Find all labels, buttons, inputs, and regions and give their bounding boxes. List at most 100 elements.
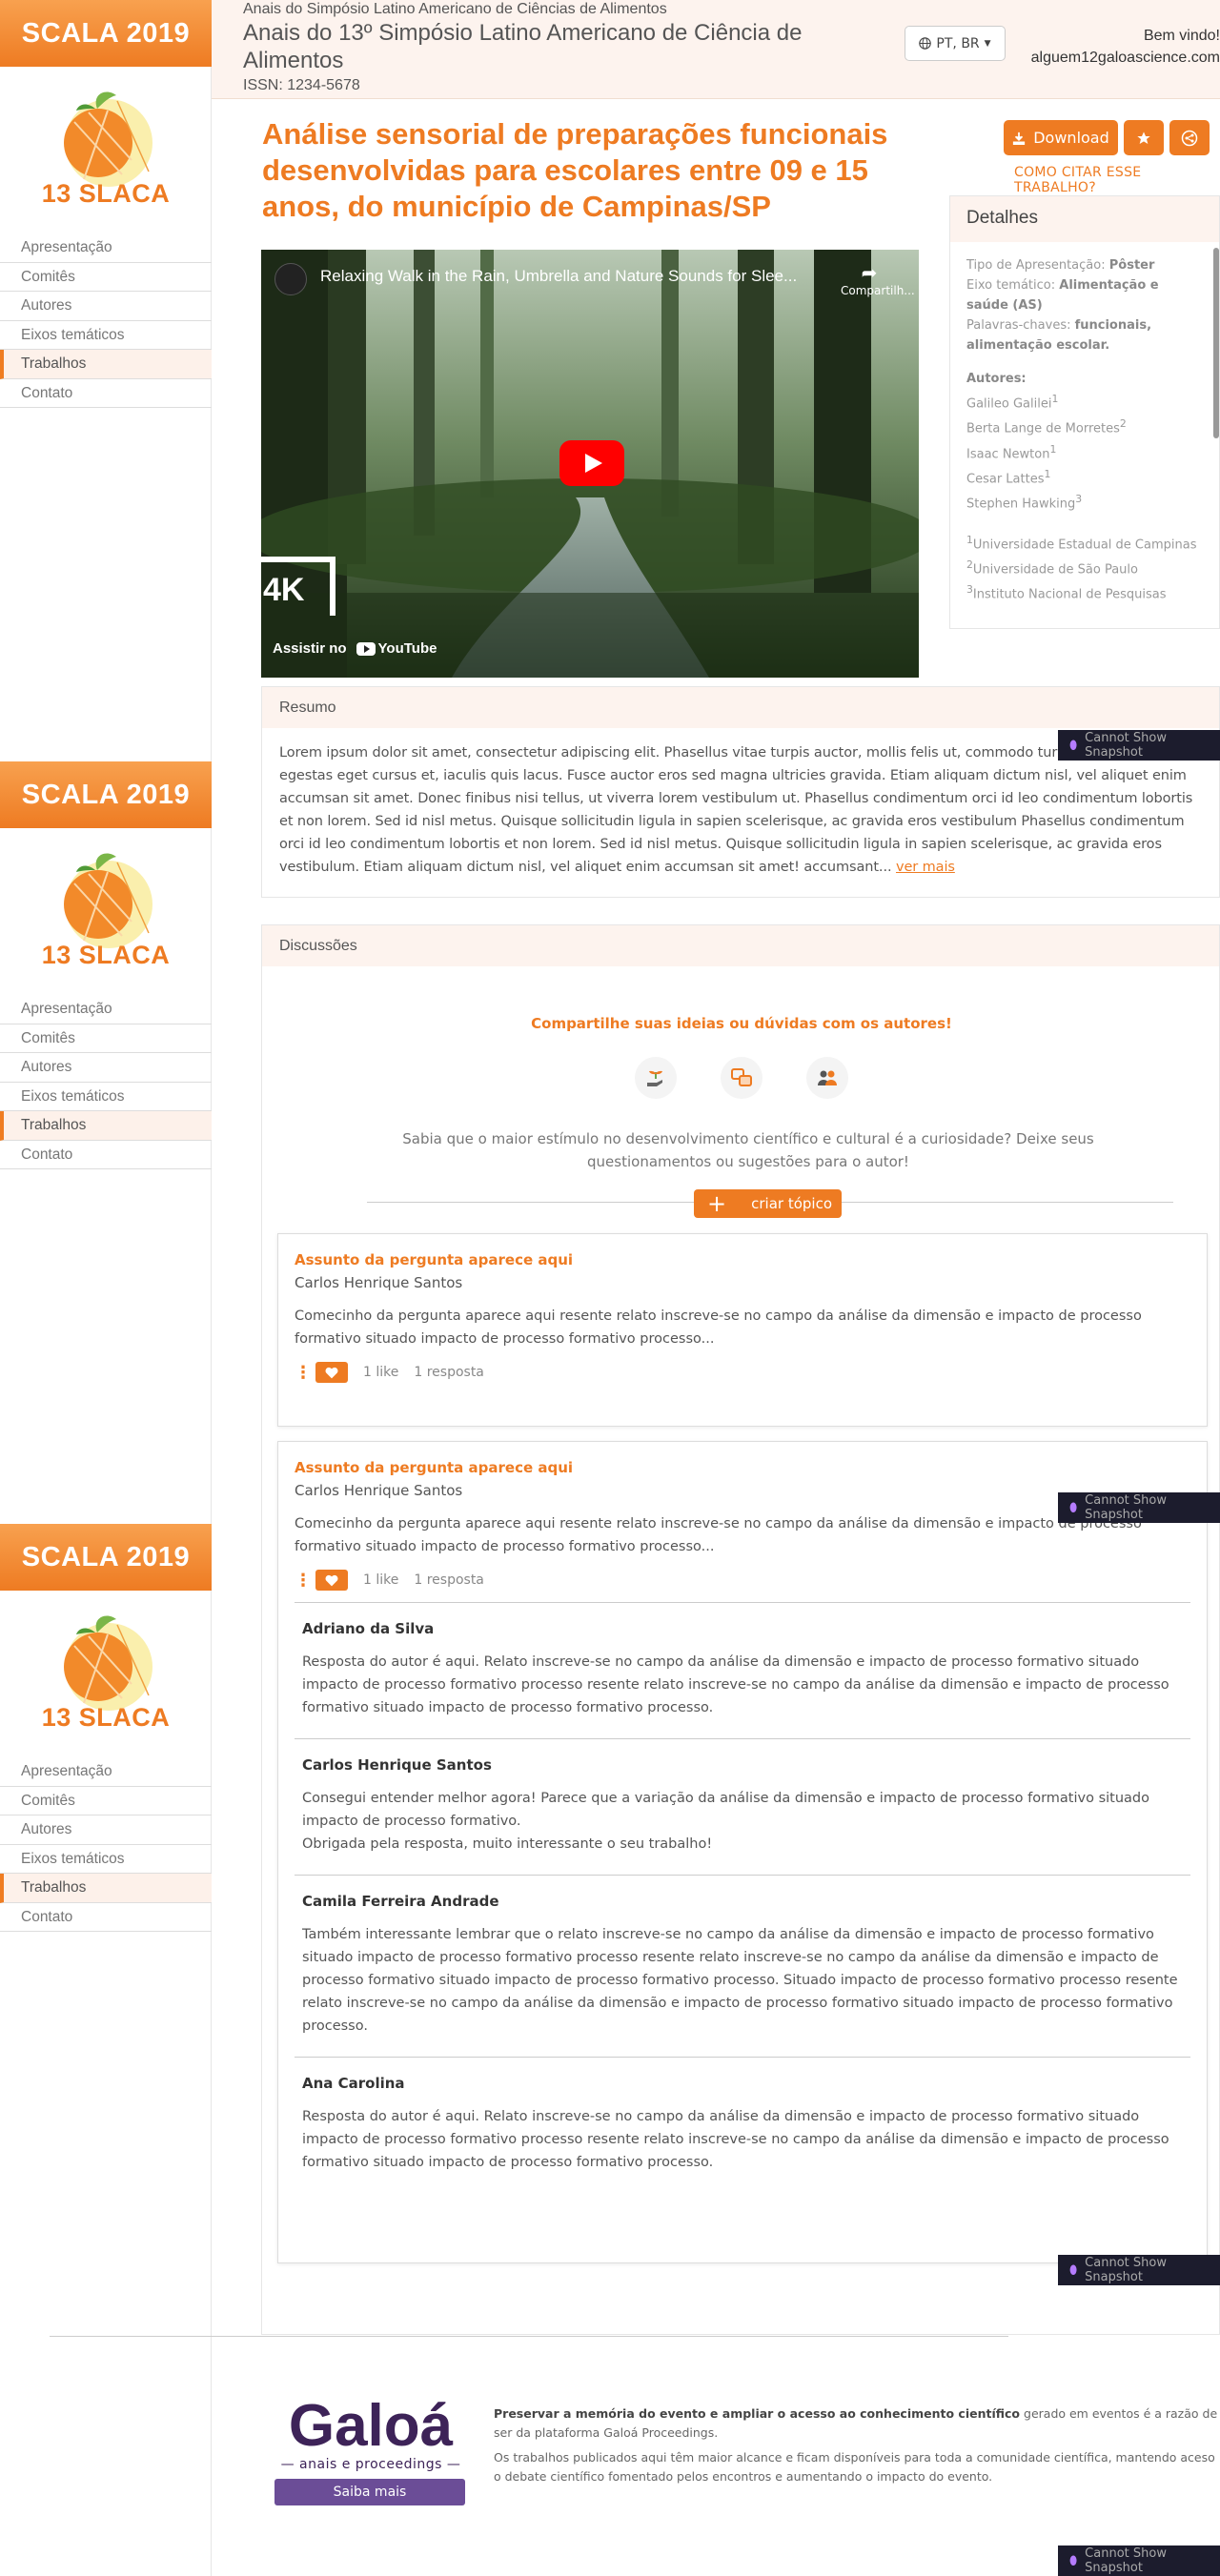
author-item[interactable]: Cesar Lattes1 [966,464,1203,489]
footer-text: Preservar a memória do evento e ampliar … [494,2404,1220,2486]
sidebar-item-apresentacao[interactable]: Apresentação [0,233,212,263]
download-button[interactable]: Download [1004,120,1118,155]
sidebar-block: SCALA 2019 13 SLACA Apresentação Comitês… [0,1524,212,1932]
globe-icon [919,37,932,50]
discussions-heading: Discussões [262,925,1219,966]
sidebar-item-trabalhos[interactable]: Trabalhos [0,350,212,379]
sidebar-item-contato[interactable]: Contato [0,379,212,408]
event-brand[interactable]: SCALA 2019 [0,761,212,828]
galoa-tagline: — anais e proceedings — [280,2457,461,2472]
details-scrollbar[interactable] [1213,248,1219,438]
keywords-label: Palavras-chaves: [966,318,1071,333]
affiliation-item: 3Instituto Nacional de Pesquisas [966,583,1167,602]
footer-divider [50,2336,1008,2337]
details-panel: Detalhes Tipo de Apresentação: Pôster Ei… [949,195,1220,629]
more-options-icon[interactable]: ⋮ [295,1363,312,1383]
sidebar-item-autores[interactable]: Autores [0,1053,212,1083]
sidebar-block: SCALA 2019 13 SLACA Apresentação Comitês… [0,0,212,408]
event-brand[interactable]: SCALA 2019 [0,0,212,67]
share-arrow-icon: ➦ [861,261,878,284]
galoa-brand: Galoá — anais e proceedings — Saiba mais [274,2397,467,2505]
type-label: Tipo de Apresentação: [966,258,1106,273]
reply-count[interactable]: 1 resposta [414,1572,484,1588]
top-header: Anais do Simpósio Latino Americano de Ci… [212,0,1220,99]
abstract-heading: Resumo [262,687,1219,728]
abstract-card: Resumo Lorem ipsum dolor sit amet, conse… [261,686,1220,898]
reply-item: Adriano da Silva Resposta do autor é aqu… [295,1602,1190,1738]
sidebar-item-contato[interactable]: Contato [0,1903,212,1932]
author-item[interactable]: Galileo Galilei1 [966,389,1203,414]
like-button[interactable] [315,1570,348,1591]
user-greeting[interactable]: Bem vindo! alguem12galoascience.com [1010,25,1220,69]
sidebar-item-eixos[interactable]: Eixos temáticos [0,1845,212,1874]
people-icon [806,1057,848,1099]
type-value: Pôster [1108,258,1155,273]
post-subject[interactable]: Assunto da pergunta aparece aqui [295,1459,1190,1476]
sidebar-nav: Apresentação Comitês Autores Eixos temát… [0,233,212,408]
language-selector[interactable]: PT, BR ▼ [905,26,1006,61]
share-button[interactable] [1169,120,1210,155]
channel-avatar-icon[interactable] [274,263,307,295]
plus-icon: + [707,1190,727,1217]
sidebar-item-comites[interactable]: Comitês [0,263,212,292]
post-text: Comecinho da pergunta aparece aqui resen… [295,1516,1142,1554]
watch-on-youtube[interactable]: Assistir no YouTube [273,640,437,657]
post-subject[interactable]: Assunto da pergunta aparece aqui [295,1251,1190,1268]
galoa-logo[interactable]: Galoá [274,2397,467,2456]
sidebar-item-apresentacao[interactable]: Apresentação [0,1757,212,1787]
create-topic-button[interactable]: + criar tópico [694,1189,842,1218]
logo-text: 13 SLACA [41,1703,171,1732]
post-actions: ⋮ 1 like 1 resposta [295,1570,1190,1591]
see-more-link[interactable]: ver mais [896,860,955,875]
issn: ISSN: 1234-5678 [243,77,360,93]
event-brand[interactable]: SCALA 2019 [0,1524,212,1591]
welcome-text: Bem vindo! [1143,28,1220,44]
affiliation-item: 2Universidade de São Paulo [966,558,1138,578]
sidebar-item-trabalhos[interactable]: Trabalhos [0,1874,212,1903]
download-icon [1013,132,1026,145]
details-heading: Detalhes [950,196,1219,242]
download-label: Download [1033,129,1109,147]
location-pin-icon: ⬮ [1069,1500,1078,1515]
post-text: Comecinho da pergunta aparece aqui resen… [295,1308,1142,1347]
reply-count[interactable]: 1 resposta [414,1365,484,1380]
play-button[interactable] [559,440,624,486]
sidebar-item-autores[interactable]: Autores [0,1815,212,1845]
reply-author: Adriano da Silva [302,1620,435,1637]
sidebar-item-autores[interactable]: Autores [0,292,212,321]
video-player[interactable]: Relaxing Walk in the Rain, Umbrella and … [261,250,919,678]
sidebar-item-comites[interactable]: Comitês [0,1787,212,1815]
orange-logo-icon [64,1615,152,1711]
author-item[interactable]: Isaac Newton1 [966,439,1203,464]
like-button[interactable] [315,1362,348,1383]
sidebar-item-apresentacao[interactable]: Apresentação [0,995,212,1024]
cite-link[interactable]: COMO CITAR ESSE TRABALHO? [1014,165,1220,195]
reply-text: Resposta do autor é aqui. Relato inscrev… [302,2109,1169,2170]
sidebar-item-trabalhos[interactable]: Trabalhos [0,1111,212,1141]
proceedings-title[interactable]: Anais do 13º Simpósio Latino Americano d… [243,19,853,74]
heart-icon [325,1367,338,1378]
orange-logo-icon [64,91,152,187]
favorite-button[interactable] [1124,120,1164,155]
more-options-icon[interactable]: ⋮ [295,1571,312,1591]
post-author: Carlos Henrique Santos [295,1274,463,1291]
post-actions: ⋮ 1 like 1 resposta [295,1362,1190,1383]
affiliations: 1Universidade Estadual de Campinas 2Univ… [966,530,1203,605]
snapshot-overlay: ⬮ Cannot Show Snapshot [1058,1492,1220,1523]
discussion-post: Assunto da pergunta aparece aqui Carlos … [277,1441,1208,2263]
discussion-icons [262,1057,1220,1099]
user-email: alguem12galoascience.com [1030,50,1220,66]
sidebar-item-eixos[interactable]: Eixos temáticos [0,321,212,350]
learn-more-button[interactable]: Saiba mais [274,2479,465,2505]
details-body: Tipo de Apresentação: Pôster Eixo temáti… [950,242,1219,605]
language-label: PT, BR [936,35,980,51]
sidebar-item-eixos[interactable]: Eixos temáticos [0,1083,212,1111]
author-item[interactable]: Berta Lange de Morretes2 [966,414,1203,438]
sidebar-item-comites[interactable]: Comitês [0,1024,212,1053]
author-item[interactable]: Stephen Hawking3 [966,489,1203,514]
proceedings-subtitle: Anais do Simpósio Latino Americano de Ci… [243,1,667,17]
sidebar-item-contato[interactable]: Contato [0,1141,212,1169]
video-share-button[interactable]: ➦ Compartilh... [841,261,915,297]
reply-item: Camila Ferreira Andrade Também interessa… [295,1875,1190,2057]
video-title[interactable]: Relaxing Walk in the Rain, Umbrella and … [320,267,797,286]
